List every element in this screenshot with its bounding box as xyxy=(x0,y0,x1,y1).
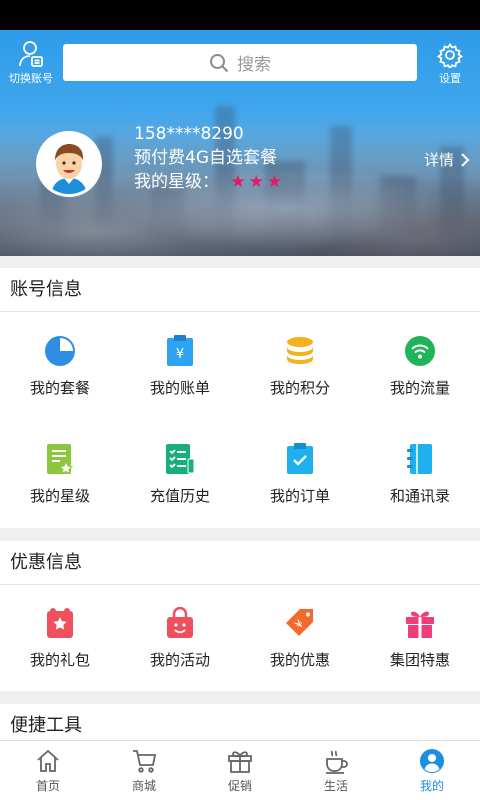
settings-label: 设置 xyxy=(439,72,461,85)
promo-info-section: 优惠信息 我的礼包 我的活动 ¥ 我的优惠 集团特惠 xyxy=(0,541,480,691)
settings-button[interactable]: 设置 xyxy=(430,42,470,86)
phone-number: 158****8290 xyxy=(134,124,244,144)
group-offers-item[interactable]: 集团特惠 xyxy=(360,585,480,691)
my-bill-item[interactable]: ¥ 我的账单 xyxy=(120,312,240,420)
nav-label: 促销 xyxy=(227,778,252,793)
section-title: 账号信息 xyxy=(0,268,480,312)
coffee-icon xyxy=(326,750,348,774)
search-icon xyxy=(210,53,229,72)
recharge-history-item[interactable]: 充值历史 xyxy=(120,420,240,528)
gift-icon xyxy=(228,750,252,773)
nav-label: 生活 xyxy=(323,778,348,793)
nav-label: 我的 xyxy=(419,778,444,793)
grid-item-label: 我的套餐 xyxy=(29,378,90,397)
nav-home[interactable]: 首页 xyxy=(0,741,96,800)
user-info: 158****8290 预付费4G自选套餐 我的星级： ★ ★ ★ xyxy=(134,122,282,194)
section-title: 便捷工具 xyxy=(0,704,480,740)
grid-item-label: 我的活动 xyxy=(149,650,210,669)
nav-label: 首页 xyxy=(35,778,60,793)
bottom-nav: 首页 商城 促销 生活 我的 xyxy=(0,740,480,800)
grid-item-label: 我的优惠 xyxy=(269,650,330,669)
nav-life[interactable]: 生活 xyxy=(288,741,384,800)
gift-box-icon xyxy=(404,607,436,639)
grid-item-label: 我的星级 xyxy=(29,486,90,505)
switch-account-button[interactable]: 切换账号 xyxy=(6,40,56,86)
chevron-right-icon xyxy=(461,152,470,167)
grid-item-label: 集团特惠 xyxy=(389,650,450,669)
grid-item-label: 我的礼包 xyxy=(29,650,90,669)
search-placeholder: 搜索 xyxy=(237,55,271,75)
star-rating: ★ ★ ★ xyxy=(230,170,282,194)
home-icon xyxy=(37,749,59,772)
account-info-section: 账号信息 我的套餐 ¥ 我的账单 我的积分 我的流量 我的星级 充值历史 我的订… xyxy=(0,268,480,528)
my-plan-item[interactable]: 我的套餐 xyxy=(0,312,120,420)
star-level-row: 我的星级： ★ ★ ★ xyxy=(134,170,282,194)
history-list-icon xyxy=(164,443,196,475)
star-icon: ★ xyxy=(230,172,246,192)
star-doc-icon xyxy=(44,443,76,475)
my-data-item[interactable]: 我的流量 xyxy=(360,312,480,420)
svg-text:¥: ¥ xyxy=(176,347,184,362)
grid-item-label: 我的账单 xyxy=(149,378,210,397)
switch-account-label: 切换账号 xyxy=(9,72,53,85)
my-activities-item[interactable]: 我的活动 xyxy=(120,585,240,691)
profile-detail-link[interactable]: 详情 xyxy=(424,149,470,170)
my-orders-item[interactable]: 我的订单 xyxy=(240,420,360,528)
my-discounts-item[interactable]: ¥ 我的优惠 xyxy=(240,585,360,691)
search-input[interactable]: 搜索 xyxy=(63,44,417,81)
pie-chart-icon xyxy=(44,335,76,367)
grid-item-label: 我的积分 xyxy=(269,378,330,397)
nav-mall[interactable]: 商城 xyxy=(96,741,192,800)
grid-item-label: 我的流量 xyxy=(389,378,450,397)
my-points-item[interactable]: 我的积分 xyxy=(240,312,360,420)
grid-item-label: 和通讯录 xyxy=(389,486,450,505)
section-title: 优惠信息 xyxy=(0,541,480,585)
my-star-level-item[interactable]: 我的星级 xyxy=(0,420,120,528)
nav-promotions[interactable]: 促销 xyxy=(192,741,288,800)
shopping-bag-icon xyxy=(164,606,196,639)
contacts-item[interactable]: 和通讯录 xyxy=(360,420,480,528)
detail-label: 详情 xyxy=(423,151,454,169)
bill-icon: ¥ xyxy=(164,334,196,367)
grid-item-label: 充值历史 xyxy=(149,486,210,505)
star-level-label: 我的星级： xyxy=(134,172,219,192)
switch-account-icon xyxy=(19,41,43,67)
user-circle-icon xyxy=(420,748,444,773)
gift-pack-icon xyxy=(44,607,76,639)
plan-name: 预付费4G自选套餐 xyxy=(134,148,277,168)
my-gift-pack-item[interactable]: 我的礼包 xyxy=(0,585,120,691)
avatar[interactable] xyxy=(36,131,102,197)
order-check-icon xyxy=(284,442,316,475)
coins-icon xyxy=(284,335,316,367)
cart-icon xyxy=(133,749,157,773)
nav-label: 商城 xyxy=(131,778,156,793)
tools-section: 便捷工具 xyxy=(0,704,480,740)
status-bar xyxy=(0,0,480,30)
star-icon: ★ xyxy=(248,172,264,192)
gear-icon xyxy=(437,42,463,68)
grid-item-label: 我的订单 xyxy=(269,486,330,505)
coupon-tag-icon: ¥ xyxy=(284,607,316,639)
nav-mine[interactable]: 我的 xyxy=(384,741,480,800)
wifi-icon xyxy=(404,335,436,367)
contacts-book-icon xyxy=(404,443,436,475)
star-icon: ★ xyxy=(266,172,283,192)
